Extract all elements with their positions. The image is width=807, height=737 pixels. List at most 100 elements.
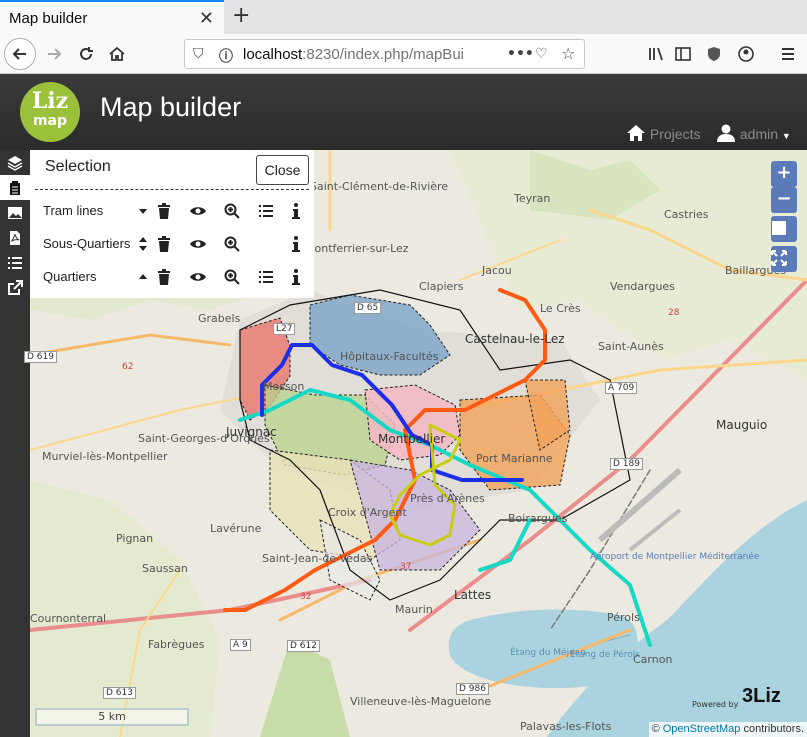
attribute-table-icon[interactable] [257, 202, 275, 220]
eye-icon[interactable] [189, 268, 207, 286]
account-icon[interactable] [730, 38, 762, 70]
road-label: A 709 [605, 382, 638, 394]
zoom-icon[interactable] [223, 268, 241, 286]
map-place-label: Port Marianne [476, 452, 553, 465]
map-place-label: Jacou [482, 264, 512, 277]
url-bar[interactable]: ⛉ ⓘ localhost:8230/index.php/mapBui ••• … [184, 39, 585, 69]
left-menu [0, 150, 30, 737]
trash-icon[interactable] [155, 268, 173, 286]
home-icon [109, 46, 125, 61]
map-place-label: Croix d'Argent [328, 506, 407, 519]
projects-label: Projects [649, 126, 701, 142]
layer-row-tram-lines: Tram lines [30, 197, 314, 225]
attribution-suffix: contributors. [743, 723, 804, 735]
map-place-label: Grabels [198, 312, 241, 325]
road-label: 62 [122, 362, 134, 372]
map-place-label: Lattes [454, 588, 492, 602]
road-label: 28 [668, 308, 680, 318]
shield-icon[interactable]: ⛉ [193, 46, 204, 62]
zoom-icon[interactable] [223, 202, 241, 220]
3liz-logo[interactable]: 3Liz [742, 685, 781, 708]
layers-menu-button[interactable] [0, 150, 30, 175]
map-place-label: Montferrier-sur-Lez [305, 242, 409, 255]
road-label: D 613 [103, 687, 136, 699]
map-place-label: Lavérune [210, 522, 262, 535]
clipboard-icon [10, 180, 20, 195]
zoom-in-button[interactable]: + [771, 161, 797, 187]
list-menu-button[interactable] [0, 250, 30, 275]
app-header: Liz map Map builder Projects admin ▼ [0, 74, 807, 150]
list-icon [8, 256, 22, 269]
map-place-label: Boirargues [508, 512, 568, 525]
reload-icon [80, 47, 93, 60]
home-button[interactable] [101, 38, 133, 70]
map-place-label: Mauguio [716, 418, 768, 432]
eye-icon[interactable] [189, 235, 207, 253]
back-button[interactable] [4, 38, 36, 70]
map-place-label: Pérols [607, 611, 640, 624]
zoom-to-extent-button[interactable] [771, 216, 797, 242]
image-icon [8, 206, 22, 219]
logo-text-bottom: map [32, 113, 68, 129]
map-place-label: Cournonterral [30, 612, 107, 625]
external-link-icon [8, 279, 23, 295]
attribution-prefix: © [651, 723, 660, 735]
order-down-icon[interactable] [134, 202, 152, 220]
road-label: D 65 [354, 302, 382, 314]
extent-square-icon [772, 221, 786, 235]
user-menu[interactable]: admin ▼ [716, 124, 791, 142]
external-link-menu-button[interactable] [0, 275, 30, 300]
map-place-label: Murviel-lès-Montpellier [42, 450, 168, 463]
selection-menu-button[interactable] [0, 175, 30, 200]
lizmap-logo[interactable]: Liz map [20, 82, 80, 142]
bookmark-star-icon[interactable]: ☆ [561, 44, 575, 63]
map-place-label: Teyran [514, 192, 551, 205]
map-place-label: Saint-Clément-de-Rivière [310, 180, 449, 193]
new-tab-icon[interactable]: + [232, 3, 250, 28]
logo-text-top: Liz [31, 88, 69, 114]
layer-name: Sous-Quartiers [43, 236, 131, 251]
panel-divider [35, 189, 309, 190]
layer-name: Quartiers [43, 269, 97, 284]
sidebar-icon[interactable] [667, 38, 699, 70]
zoom-icon[interactable] [223, 235, 241, 253]
road-label: 37 [400, 562, 412, 572]
more-actions-icon[interactable]: ••• [507, 46, 534, 62]
road-label: A 9 [230, 639, 251, 651]
reload-button[interactable] [70, 38, 102, 70]
map-place-label: Fabrègues [148, 638, 205, 651]
info-icon[interactable]: ⓘ [219, 46, 233, 66]
forward-button[interactable] [38, 38, 70, 70]
fullscreen-button[interactable] [771, 246, 797, 272]
ublock-icon[interactable] [698, 38, 730, 70]
caret-down-icon: ▼ [781, 131, 791, 141]
map-place-label: Pignan [116, 532, 154, 545]
order-up-icon[interactable] [134, 268, 152, 286]
trash-icon[interactable] [155, 202, 173, 220]
info-icon[interactable] [287, 202, 305, 220]
info-icon[interactable] [287, 235, 305, 253]
projects-link[interactable]: Projects [626, 124, 700, 142]
user-name: admin [739, 126, 779, 142]
map-place-label: Saint-Jean-de-Védas [262, 552, 373, 565]
map-place-label: Près d'Arènes [410, 492, 485, 505]
openstreetmap-link[interactable]: OpenStreetMap [663, 723, 741, 735]
pocket-icon[interactable]: ♡ [535, 46, 548, 62]
layers-icon [7, 155, 23, 171]
order-up-down-icon[interactable] [134, 235, 152, 253]
tab-title: Map builder [9, 9, 88, 27]
close-button[interactable]: Close [256, 155, 309, 185]
browser-tab[interactable]: Map builder ✕ [0, 0, 224, 34]
menu-icon[interactable] [772, 38, 804, 70]
map-place-label: Saint-Aunès [598, 340, 664, 353]
trash-icon[interactable] [155, 235, 173, 253]
zoom-out-button[interactable]: − [771, 187, 797, 213]
attribute-table-icon[interactable] [257, 268, 275, 286]
map-place-label: Palavas-les-Flots [520, 720, 612, 733]
eye-icon[interactable] [189, 202, 207, 220]
info-icon[interactable] [287, 268, 305, 286]
close-tab-icon[interactable]: ✕ [199, 8, 214, 29]
basemap-menu-button[interactable] [0, 200, 30, 225]
pdf-menu-button[interactable] [0, 225, 30, 250]
map-place-label: Le Crès [540, 302, 581, 315]
